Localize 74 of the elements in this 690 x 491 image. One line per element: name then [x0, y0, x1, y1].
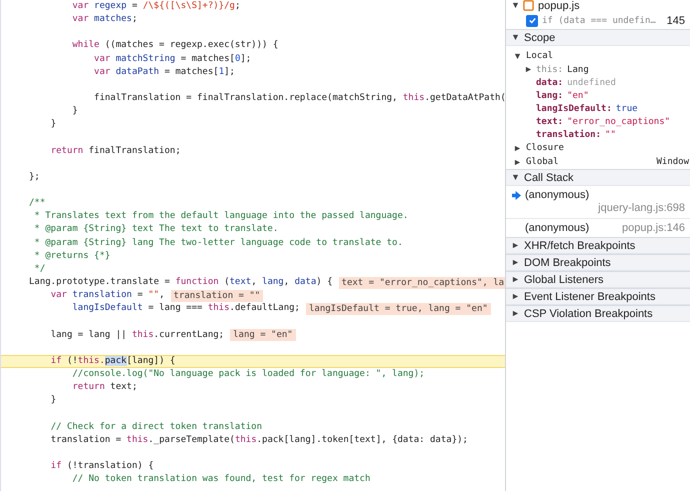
code-line: /**: [29, 197, 46, 210]
code-line: translation = this._parseTemplate(this.pack[lang].token[text], {data: data});: [50, 434, 468, 447]
line-number: 145: [666, 14, 685, 26]
variable-value: undefined: [567, 78, 616, 88]
code-line: // Check for a direct token translation: [50, 420, 262, 434]
breakpoint-checkbox[interactable]: [526, 14, 538, 26]
breakpoint-code: if (data === undefin…: [542, 16, 656, 26]
expand-triangle-icon[interactable]: [525, 66, 532, 73]
expand-triangle-icon[interactable]: [514, 158, 521, 166]
scope-name[interactable]: Closure: [526, 143, 564, 153]
section-header[interactable]: Event Listener Breakpoints: [506, 288, 690, 305]
code-line: * Translates text from the default language into the passed language.: [34, 210, 408, 224]
expand-triangle-icon[interactable]: [512, 174, 519, 181]
variable-name: langIsDefault:: [536, 104, 612, 114]
variable-name: lang:: [536, 90, 564, 100]
scope-name[interactable]: Local: [526, 51, 554, 61]
expand-triangle-icon[interactable]: [512, 293, 519, 300]
code-line: * @returns {*}: [34, 250, 110, 263]
variable-value: "error_no_captions": [567, 116, 670, 126]
variable-value: "": [605, 130, 616, 140]
code-line: if (!translation) {: [50, 460, 154, 473]
code-line: if (!this.pack[lang]) {: [50, 354, 176, 368]
expand-triangle-icon[interactable]: [512, 2, 519, 9]
code-line: var regexp = /\${([\s\S]+?)}/g;: [72, 0, 240, 13]
code-line: var translation = "",: [50, 289, 165, 302]
file-icon: [523, 0, 534, 11]
variable-value: Lang: [567, 64, 589, 74]
expand-triangle-icon[interactable]: [512, 276, 519, 283]
section-header[interactable]: DOM Breakpoints: [506, 254, 690, 271]
expand-triangle-icon[interactable]: [512, 242, 519, 249]
expand-triangle-icon[interactable]: [512, 34, 519, 41]
section-header[interactable]: XHR/fetch Breakpoints: [506, 237, 690, 254]
section-header[interactable]: Call Stack: [506, 169, 690, 186]
inline-value: langIsDefault = true, lang = "en": [306, 302, 491, 315]
checkmark-icon: [528, 16, 536, 25]
code-line: }: [50, 394, 56, 408]
scope-value: Window: [656, 157, 689, 167]
expand-triangle-icon[interactable]: [514, 144, 521, 152]
expand-triangle-icon[interactable]: [512, 310, 519, 317]
section-header[interactable]: Scope: [506, 29, 690, 46]
variable-name: text:: [536, 116, 564, 126]
variable-name: data:: [536, 78, 564, 88]
code-line: // No token translation was found, test for regex match: [72, 473, 370, 486]
code-line: * @param {String} lang The two-letter language code to translate to.: [34, 236, 403, 250]
scope-name[interactable]: Global: [526, 157, 559, 167]
code-line: langIsDefault = lang === this.defaultLang;: [72, 302, 300, 316]
variable-name: translation:: [536, 130, 602, 140]
code-line: while ((matches = regexp.exec(str))) {: [72, 39, 278, 52]
inline-value: translation = "": [170, 290, 264, 302]
current-frame-arrow-icon: [512, 190, 521, 200]
variable-value: "en": [567, 90, 589, 100]
file-name[interactable]: popup.js: [538, 0, 580, 12]
code-line: }: [72, 105, 78, 118]
code-line: };: [29, 170, 40, 184]
code-line: //console.log("No language pack is loaded for language: ", lang);: [72, 368, 425, 381]
code-line: var matches;: [72, 13, 138, 26]
inline-value: text = "error_no_captions", la: [338, 276, 505, 289]
expand-triangle-icon[interactable]: [514, 52, 521, 60]
code-line: */: [34, 262, 46, 276]
code-line: return finalTranslation;: [50, 144, 181, 158]
section-header[interactable]: Global Listeners: [506, 271, 690, 288]
expand-triangle-icon[interactable]: [512, 259, 519, 266]
code-line: finalTranslation = finalTranslation.replace(matchString, this.getDataAtPath(: [94, 92, 505, 105]
code-line: Lang.prototype.translate = function (text, lang, data) {: [29, 276, 333, 289]
section-header[interactable]: CSP Violation Breakpoints: [506, 305, 690, 322]
variable-name: this:: [536, 64, 564, 74]
code-line: }: [50, 118, 56, 132]
inline-value: lang = "en": [230, 329, 296, 342]
code-line: lang = lang || this.currentLang;: [50, 328, 224, 342]
code-line: var dataPath = matches[1];: [94, 66, 235, 79]
code-line: * @param {String} text The text to translate.: [34, 223, 278, 236]
variable-value: true: [616, 104, 638, 114]
code-line: var matchString = matches[0];: [94, 52, 252, 66]
code-line: return text;: [72, 381, 138, 394]
